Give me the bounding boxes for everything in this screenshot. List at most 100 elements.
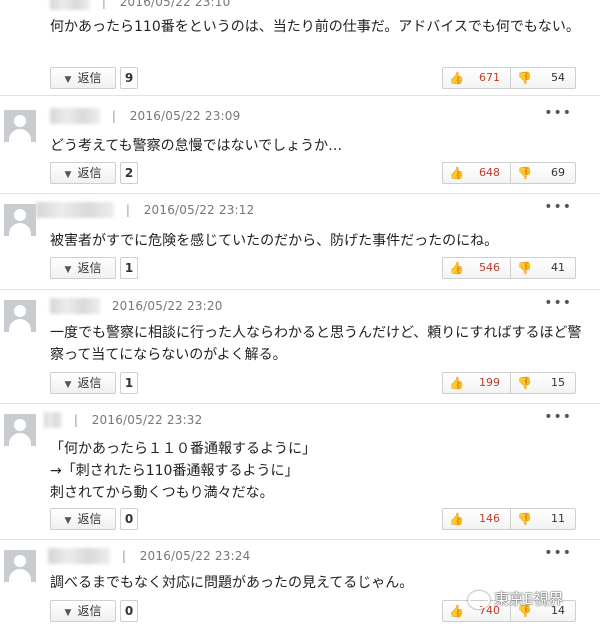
reply-button[interactable]: ▼ 返信 <box>50 162 116 184</box>
chevron-down-icon: ▼ <box>64 265 72 275</box>
more-dots-icon[interactable]: ••• <box>544 200 572 214</box>
username-blurred <box>50 298 100 314</box>
comment-text-line: →「刺されたら110番通報するように」 <box>50 463 299 479</box>
default-user-avatar-icon[interactable] <box>4 204 36 236</box>
reply-label: 返信 <box>77 512 102 526</box>
comment-meta: | 2016/05/22 23:10 <box>50 0 230 12</box>
dislike-button[interactable]: 👎 15 <box>511 373 575 393</box>
like-count: 199 <box>479 376 500 389</box>
like-button[interactable]: 👍 146 <box>443 509 511 529</box>
comment-timestamp: 2016/05/22 23:32 <box>91 413 203 427</box>
thumbs-up-icon: 👍 <box>449 71 464 85</box>
reply-label: 返信 <box>77 166 102 180</box>
dislike-count: 11 <box>551 512 565 525</box>
comment-text: 何かあったら110番をというのは、当たり前の仕事だ。アドバイスでも何でもない。 <box>50 19 580 35</box>
reply-button[interactable]: ▼ 返信 <box>50 67 116 89</box>
thumbs-down-icon: 👎 <box>517 261 532 275</box>
default-user-avatar-icon[interactable] <box>4 414 36 446</box>
thumbs-down-icon: 👎 <box>517 512 532 526</box>
comment-text: 被害者がすでに危険を感じていたのだから、防げた事件だったのにね。 <box>50 233 499 249</box>
comment-text: どう考えても警察の怠慢ではないでしょうか… <box>50 138 343 154</box>
dislike-button[interactable]: 👎 69 <box>511 163 575 183</box>
comment-item: | 2016/05/22 23:12 ••• 被害者がすでに危険を感じていたのだ… <box>0 194 600 290</box>
watermark: 東京E視界 <box>468 588 596 616</box>
like-count: 671 <box>479 71 500 84</box>
comment-meta: | 2016/05/22 23:24 <box>48 548 250 566</box>
like-button[interactable]: 👍 199 <box>443 373 511 393</box>
comment-item: | 2016/05/22 23:10 何かあったら110番をというのは、当たり前… <box>0 0 600 96</box>
thumbs-up-icon: 👍 <box>449 376 464 390</box>
reply-count[interactable]: 2 <box>120 162 138 184</box>
comment-timestamp: 2016/05/22 23:24 <box>139 549 251 563</box>
username-blurred <box>44 412 62 428</box>
reply-button[interactable]: ▼ 返信 <box>50 372 116 394</box>
like-count: 648 <box>479 166 500 179</box>
dislike-count: 69 <box>551 166 565 179</box>
more-dots-icon[interactable]: ••• <box>544 296 572 310</box>
dislike-button[interactable]: 👎 54 <box>511 68 575 88</box>
like-button[interactable]: 👍 648 <box>443 163 511 183</box>
more-dots-icon[interactable]: ••• <box>544 546 572 560</box>
chevron-down-icon: ▼ <box>64 608 72 618</box>
default-user-avatar-icon[interactable] <box>4 110 36 142</box>
reply-count[interactable]: 1 <box>120 372 138 394</box>
username-blurred <box>50 0 90 10</box>
more-dots-icon[interactable]: ••• <box>544 106 572 120</box>
comment-meta: | 2016/05/22 23:32 <box>44 412 202 430</box>
comment-item: | 2016/05/22 23:32 ••• 「何かあったら１１０番通報するよう… <box>0 404 600 540</box>
thumbs-up-icon: 👍 <box>449 261 464 275</box>
like-button[interactable]: 👍 671 <box>443 68 511 88</box>
username-blurred <box>36 202 114 218</box>
reply-count[interactable]: 1 <box>120 257 138 279</box>
chevron-down-icon: ▼ <box>64 380 72 390</box>
chevron-down-icon: ▼ <box>64 75 72 85</box>
username-blurred <box>48 548 110 564</box>
comment-timestamp: 2016/05/22 23:20 <box>111 299 223 313</box>
dislike-count: 15 <box>551 376 565 389</box>
vote-box: 👍 546 👎 41 <box>442 257 576 279</box>
comment-text-line: 刺されてから動くつもり満々だな。 <box>50 485 274 501</box>
comment-timestamp: 2016/05/22 23:10 <box>119 0 231 9</box>
meta-separator: | <box>101 0 106 9</box>
thumbs-down-icon: 👎 <box>517 376 532 390</box>
vote-box: 👍 146 👎 11 <box>442 508 576 530</box>
like-button[interactable]: 👍 546 <box>443 258 511 278</box>
default-user-avatar-icon[interactable] <box>4 550 36 582</box>
reply-button[interactable]: ▼ 返信 <box>50 257 116 279</box>
comment-text: 「何かあったら１１０番通報するように」 →「刺されたら110番通報するように」 … <box>50 438 586 504</box>
thumbs-up-icon: 👍 <box>449 166 464 180</box>
chat-bubble-icon <box>468 590 490 609</box>
vote-box: 👍 648 👎 69 <box>442 162 576 184</box>
dislike-button[interactable]: 👎 41 <box>511 258 575 278</box>
watermark-text: 東京E視界 <box>494 590 564 608</box>
comment-meta: | 2016/05/22 23:12 <box>36 202 254 220</box>
reply-label: 返信 <box>77 604 102 618</box>
comment-text: 一度でも警察に相談に行った人ならわかると思うんだけど、頼りにすればするほど警察っ… <box>50 325 582 363</box>
reply-count[interactable]: 9 <box>120 67 138 89</box>
thumbs-down-icon: 👎 <box>517 71 532 85</box>
dislike-count: 54 <box>551 71 565 84</box>
meta-separator: | <box>73 413 78 427</box>
meta-separator: | <box>121 549 126 563</box>
reply-button[interactable]: ▼ 返信 <box>50 508 116 530</box>
comment-text-line: 「何かあったら１１０番通報するように」 <box>50 441 316 457</box>
comment-timestamp: 2016/05/22 23:12 <box>143 203 255 217</box>
comment-item: 2016/05/22 23:20 ••• 一度でも警察に相談に行った人ならわかる… <box>0 290 600 404</box>
dislike-button[interactable]: 👎 11 <box>511 509 575 529</box>
chevron-down-icon: ▼ <box>64 170 72 180</box>
like-count: 546 <box>479 261 500 274</box>
comment-meta: 2016/05/22 23:20 <box>50 298 223 316</box>
vote-box: 👍 671 👎 54 <box>442 67 576 89</box>
reply-count[interactable]: 0 <box>120 600 138 622</box>
meta-separator: | <box>125 203 130 217</box>
comment-item: | 2016/05/22 23:24 ••• 調べるまでもなく対応に問題があった… <box>0 540 600 632</box>
default-user-avatar-icon[interactable] <box>4 300 36 332</box>
reply-button[interactable]: ▼ 返信 <box>50 600 116 622</box>
thumbs-up-icon: 👍 <box>449 604 464 618</box>
reply-count[interactable]: 0 <box>120 508 138 530</box>
like-count: 146 <box>479 512 500 525</box>
vote-box: 👍 199 👎 15 <box>442 372 576 394</box>
reply-label: 返信 <box>77 376 102 390</box>
more-dots-icon[interactable]: ••• <box>544 410 572 424</box>
thumbs-down-icon: 👎 <box>517 166 532 180</box>
